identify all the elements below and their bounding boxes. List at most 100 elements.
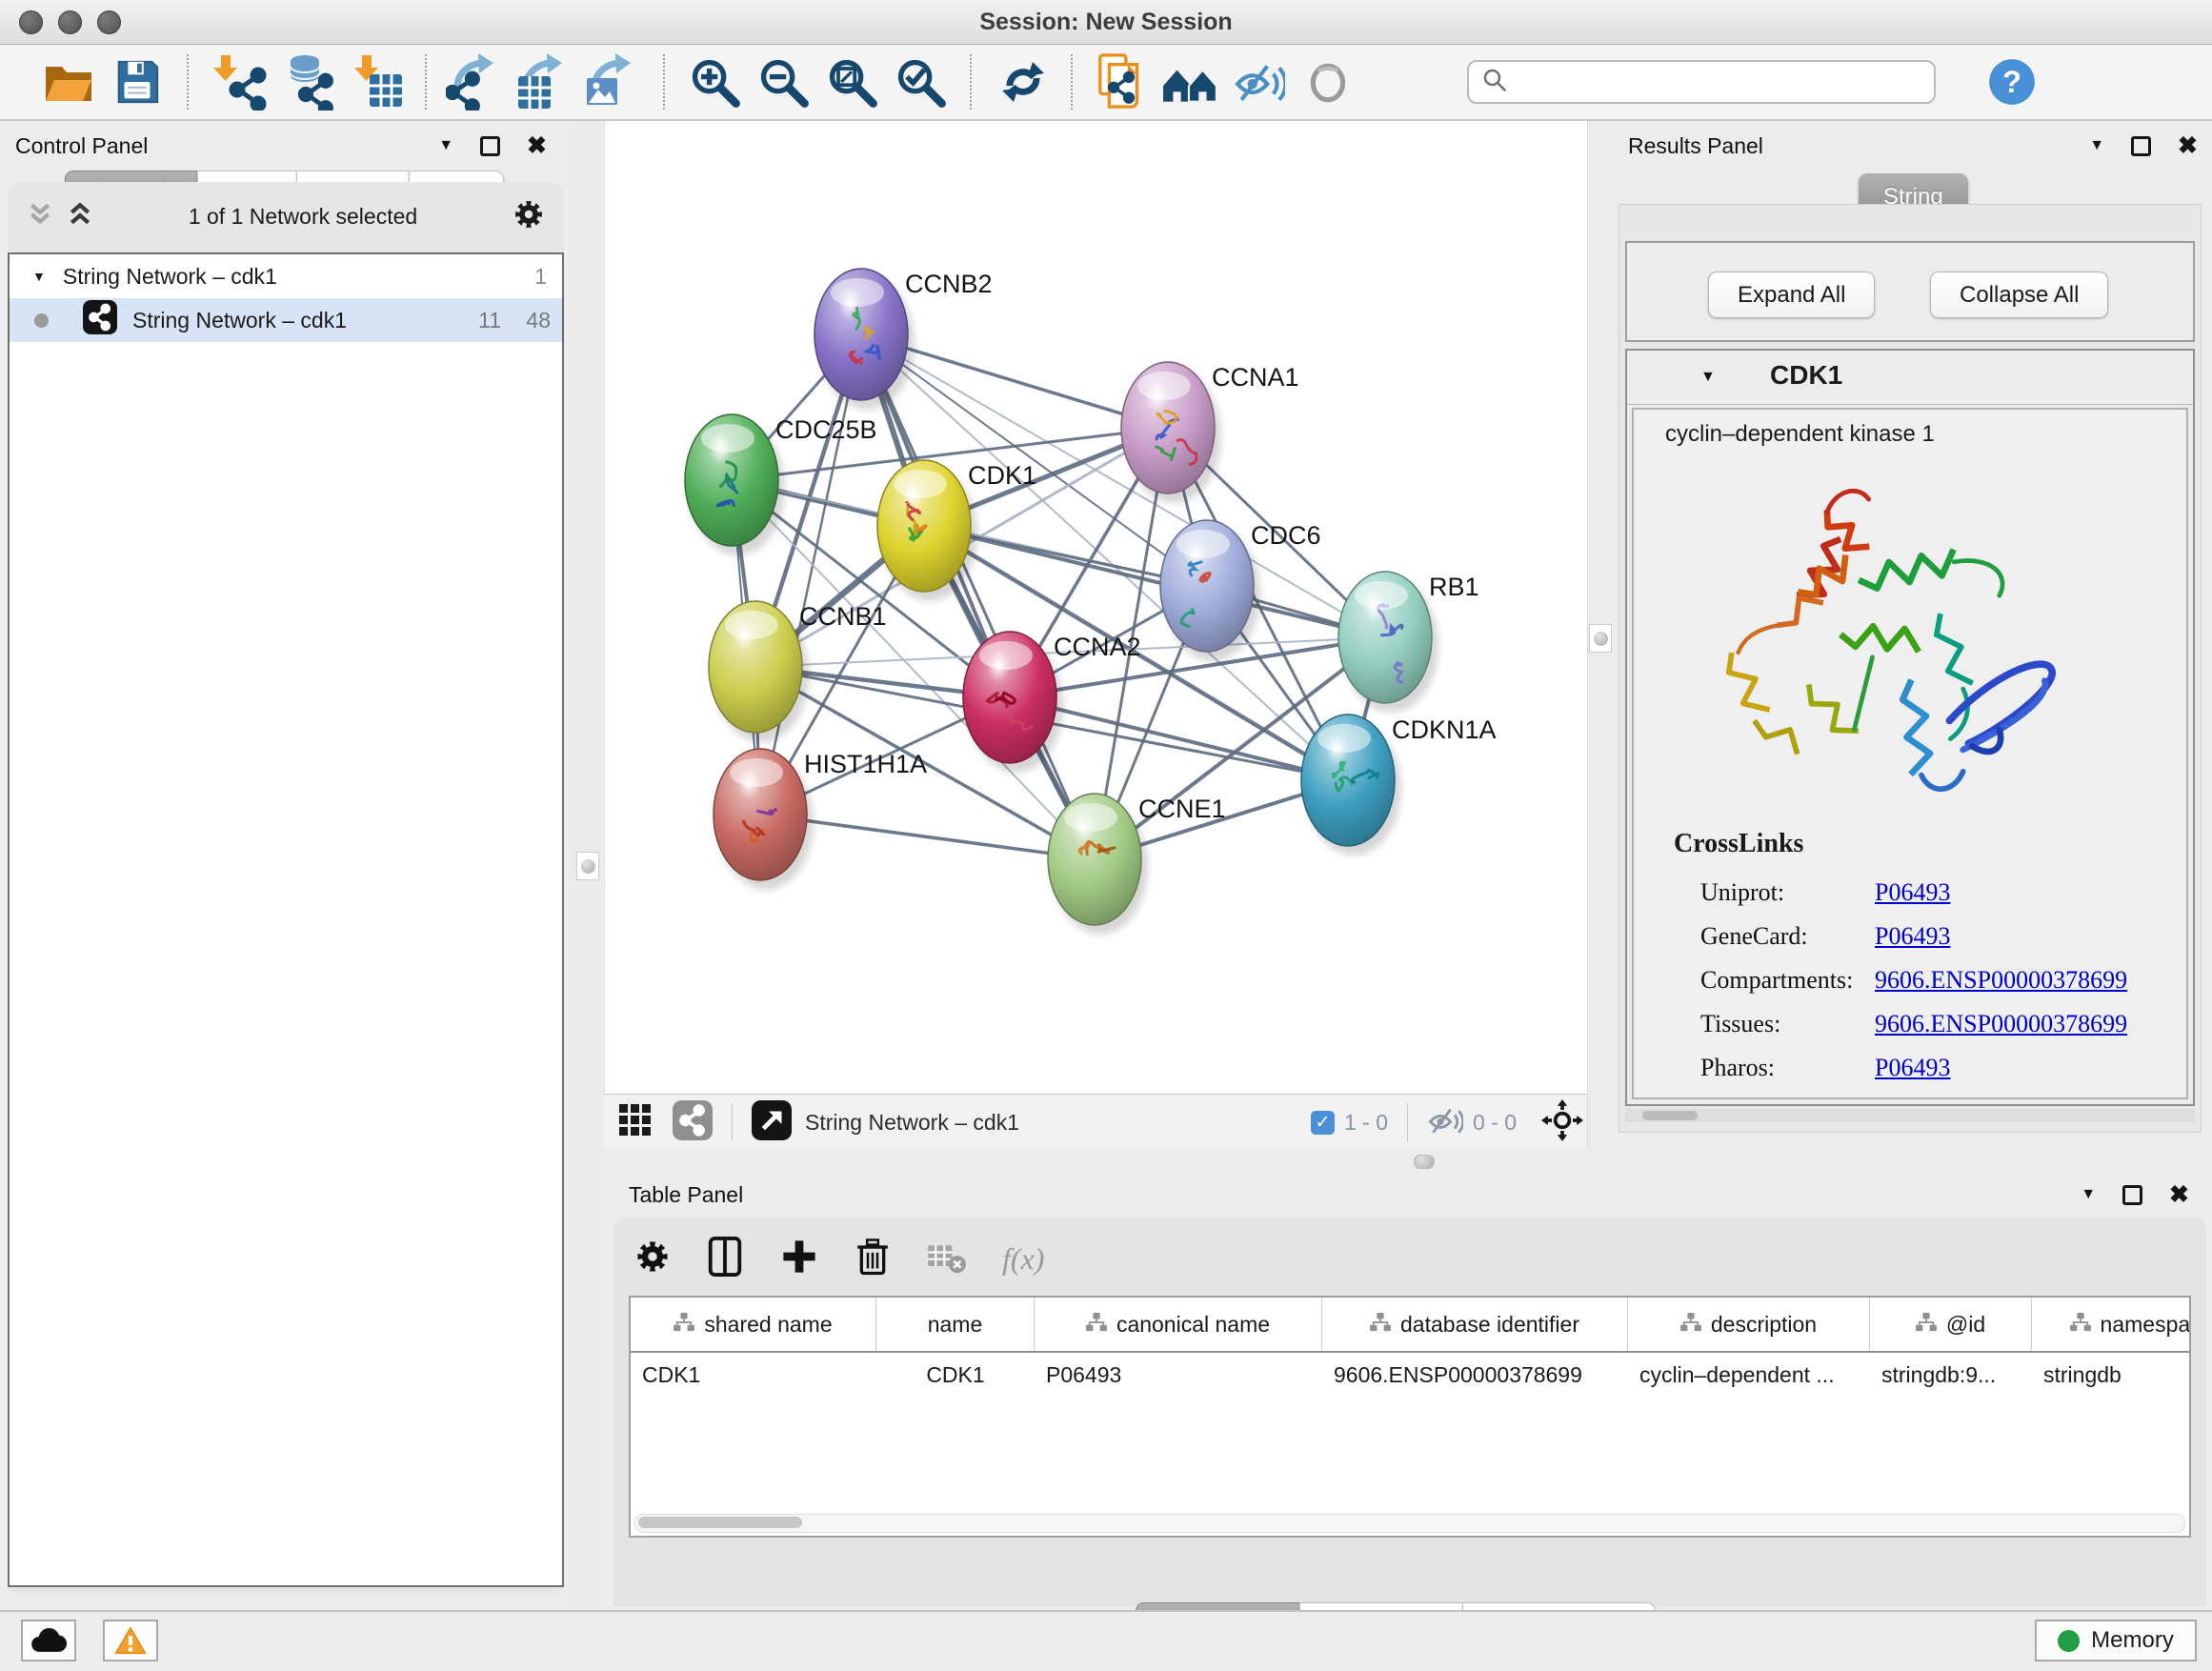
protein-section-header[interactable]: ▼ CDK1: [1627, 351, 2193, 405]
import-table-icon[interactable]: [341, 50, 410, 114]
column-header-description[interactable]: description: [1628, 1298, 1870, 1351]
crosslink-link[interactable]: P06493: [1875, 922, 1950, 951]
zoom-in-icon[interactable]: [680, 50, 749, 114]
cloud-button[interactable]: [21, 1620, 76, 1661]
export-network-icon[interactable]: [442, 50, 511, 114]
selected-checkbox-icon[interactable]: ✓: [1311, 1111, 1335, 1135]
add-column-icon[interactable]: [779, 1237, 819, 1281]
float-panel-icon[interactable]: [480, 136, 500, 156]
table-cell[interactable]: cyclin–dependent ...: [1628, 1362, 1870, 1388]
main-toolbar: ?: [0, 45, 2212, 121]
node-count: 11: [478, 308, 501, 333]
delete-column-trash-icon[interactable]: [854, 1236, 892, 1282]
save-session-icon[interactable]: [103, 50, 171, 114]
table-cell[interactable]: stringdb:9...: [1870, 1362, 2032, 1388]
network-options-gear-icon[interactable]: [513, 198, 545, 235]
hide-panel-icon[interactable]: [1225, 50, 1294, 114]
expand-all-networks-icon[interactable]: [27, 202, 53, 232]
float-table-panel-icon[interactable]: [2122, 1185, 2142, 1205]
node-RB1[interactable]: RB1: [1338, 572, 1479, 713]
collapse-panel-icon[interactable]: ▼: [438, 138, 453, 153]
collection-expand-icon[interactable]: ▼: [32, 269, 46, 284]
table-row[interactable]: CDK1CDK1P064939606.ENSP00000378699cyclin…: [631, 1353, 2189, 1397]
refresh-icon[interactable]: [987, 50, 1056, 114]
node-CCNA1[interactable]: CCNA1: [1121, 362, 1299, 503]
horizontal-splitter-handle[interactable]: [1414, 1155, 1435, 1169]
close-table-panel-icon[interactable]: ✖: [2169, 1183, 2189, 1207]
network-canvas[interactable]: CCNB2CCNA1CDC25BCDK1CDC6RB1CCNB1CCNA2CDK…: [604, 121, 1588, 1094]
table-options-gear-icon[interactable]: [634, 1238, 671, 1279]
crosslink-link[interactable]: P06493: [1875, 878, 1950, 907]
zoom-fit-icon[interactable]: [817, 50, 886, 114]
node-CCNB1[interactable]: CCNB1: [709, 601, 887, 742]
show-columns-icon[interactable]: [705, 1235, 745, 1283]
help-button[interactable]: ?: [1978, 50, 2046, 114]
collapse-all-networks-icon[interactable]: [67, 202, 93, 232]
shared-column-icon: [2070, 1312, 2091, 1338]
preview-eye-icon[interactable]: [1294, 50, 1362, 114]
expand-all-button[interactable]: Expand All: [1708, 272, 1875, 318]
control-panel: Control Panel ▼ ✖ NetworkStyleSelectSets…: [0, 121, 572, 1610]
column-header-database-identifier[interactable]: database identifier: [1322, 1298, 1628, 1351]
control-panel-title: Control Panel: [15, 133, 148, 159]
export-table-icon[interactable]: [511, 50, 579, 114]
network-collection-row[interactable]: ▼ String Network – cdk1 1: [10, 254, 562, 298]
horizontal-splitter[interactable]: [604, 1149, 2212, 1172]
edge-CCNB2-CCNE1[interactable]: [861, 334, 1095, 859]
results-panel-title: Results Panel: [1628, 133, 1763, 159]
share-document-icon[interactable]: [1088, 50, 1156, 114]
node-HIST1H1A[interactable]: HIST1H1A: [714, 749, 927, 890]
close-results-icon[interactable]: ✖: [2178, 134, 2198, 158]
search-input[interactable]: [1509, 69, 1913, 96]
network-view-icon[interactable]: [673, 1100, 713, 1145]
table-cell[interactable]: CDK1: [631, 1362, 876, 1388]
search-box[interactable]: [1467, 60, 1936, 104]
collapse-results-icon[interactable]: ▼: [2089, 138, 2104, 153]
crosslink-link[interactable]: 9606.ENSP00000378699: [1875, 966, 2127, 995]
crosslink-link[interactable]: 9606.ENSP00000378699: [1875, 1010, 2127, 1038]
birds-eye-view-icon[interactable]: [1541, 1099, 1583, 1146]
warnings-button[interactable]: [103, 1620, 158, 1661]
import-network-file-icon[interactable]: [204, 50, 272, 114]
node-table[interactable]: shared namenamecanonical namedatabase id…: [629, 1296, 2191, 1538]
network-tree-toolbar: 1 of 1 Network selected: [8, 182, 564, 251]
node-CCNB2[interactable]: CCNB2: [814, 269, 993, 410]
open-session-icon[interactable]: [34, 50, 103, 114]
collapse-table-panel-icon[interactable]: ▼: [2081, 1187, 2096, 1202]
zoom-out-icon[interactable]: [749, 50, 817, 114]
column-header-canonical-name[interactable]: canonical name: [1035, 1298, 1322, 1351]
node-CDC25B[interactable]: CDC25B: [685, 414, 877, 555]
table-cell[interactable]: P06493: [1035, 1362, 1322, 1388]
results-scrollbar[interactable]: [1625, 1109, 2195, 1122]
results-splitter-handle[interactable]: [1589, 624, 1612, 653]
table-cell[interactable]: stringdb: [2032, 1362, 2191, 1388]
column-header-@id[interactable]: @id: [1870, 1298, 2032, 1351]
node-CCNE1[interactable]: CCNE1: [1048, 794, 1226, 935]
collapse-all-button[interactable]: Collapse All: [1930, 272, 2108, 318]
edge-CCNB2-HIST1H1A[interactable]: [760, 334, 861, 815]
crosslink-label: Pharos:: [1700, 1054, 1775, 1082]
network-row-selected[interactable]: String Network – cdk1 11 48: [10, 298, 562, 342]
node-CDC6[interactable]: CDC6: [1160, 520, 1321, 661]
zoom-selected-icon[interactable]: [886, 50, 955, 114]
table-cell[interactable]: 9606.ENSP00000378699: [1322, 1362, 1628, 1388]
protein-expand-icon[interactable]: ▼: [1700, 370, 1716, 385]
left-splitter-handle[interactable]: [576, 852, 599, 880]
column-header-namespace[interactable]: namespace: [2032, 1298, 2191, 1351]
home-icon[interactable]: [1156, 50, 1225, 114]
table-horizontal-scrollbar[interactable]: [634, 1514, 2185, 1533]
float-results-icon[interactable]: [2131, 136, 2151, 156]
node-CDKN1A[interactable]: CDKN1A: [1301, 715, 1497, 856]
import-network-database-icon[interactable]: [272, 50, 341, 114]
crosslink-row: Tissues:9606.ENSP00000378699: [1634, 1010, 2186, 1054]
detach-view-icon[interactable]: [752, 1100, 792, 1145]
crosslink-link[interactable]: P06493: [1875, 1054, 1950, 1082]
column-header-name[interactable]: name: [876, 1298, 1035, 1351]
column-header-shared-name[interactable]: shared name: [631, 1298, 876, 1351]
close-panel-icon[interactable]: ✖: [527, 134, 547, 158]
table-cell[interactable]: CDK1: [876, 1362, 1035, 1388]
export-image-icon[interactable]: [579, 50, 648, 114]
left-splitter[interactable]: [572, 121, 604, 1610]
grid-view-icon[interactable]: [619, 1104, 652, 1141]
memory-button[interactable]: Memory: [2035, 1620, 2197, 1661]
